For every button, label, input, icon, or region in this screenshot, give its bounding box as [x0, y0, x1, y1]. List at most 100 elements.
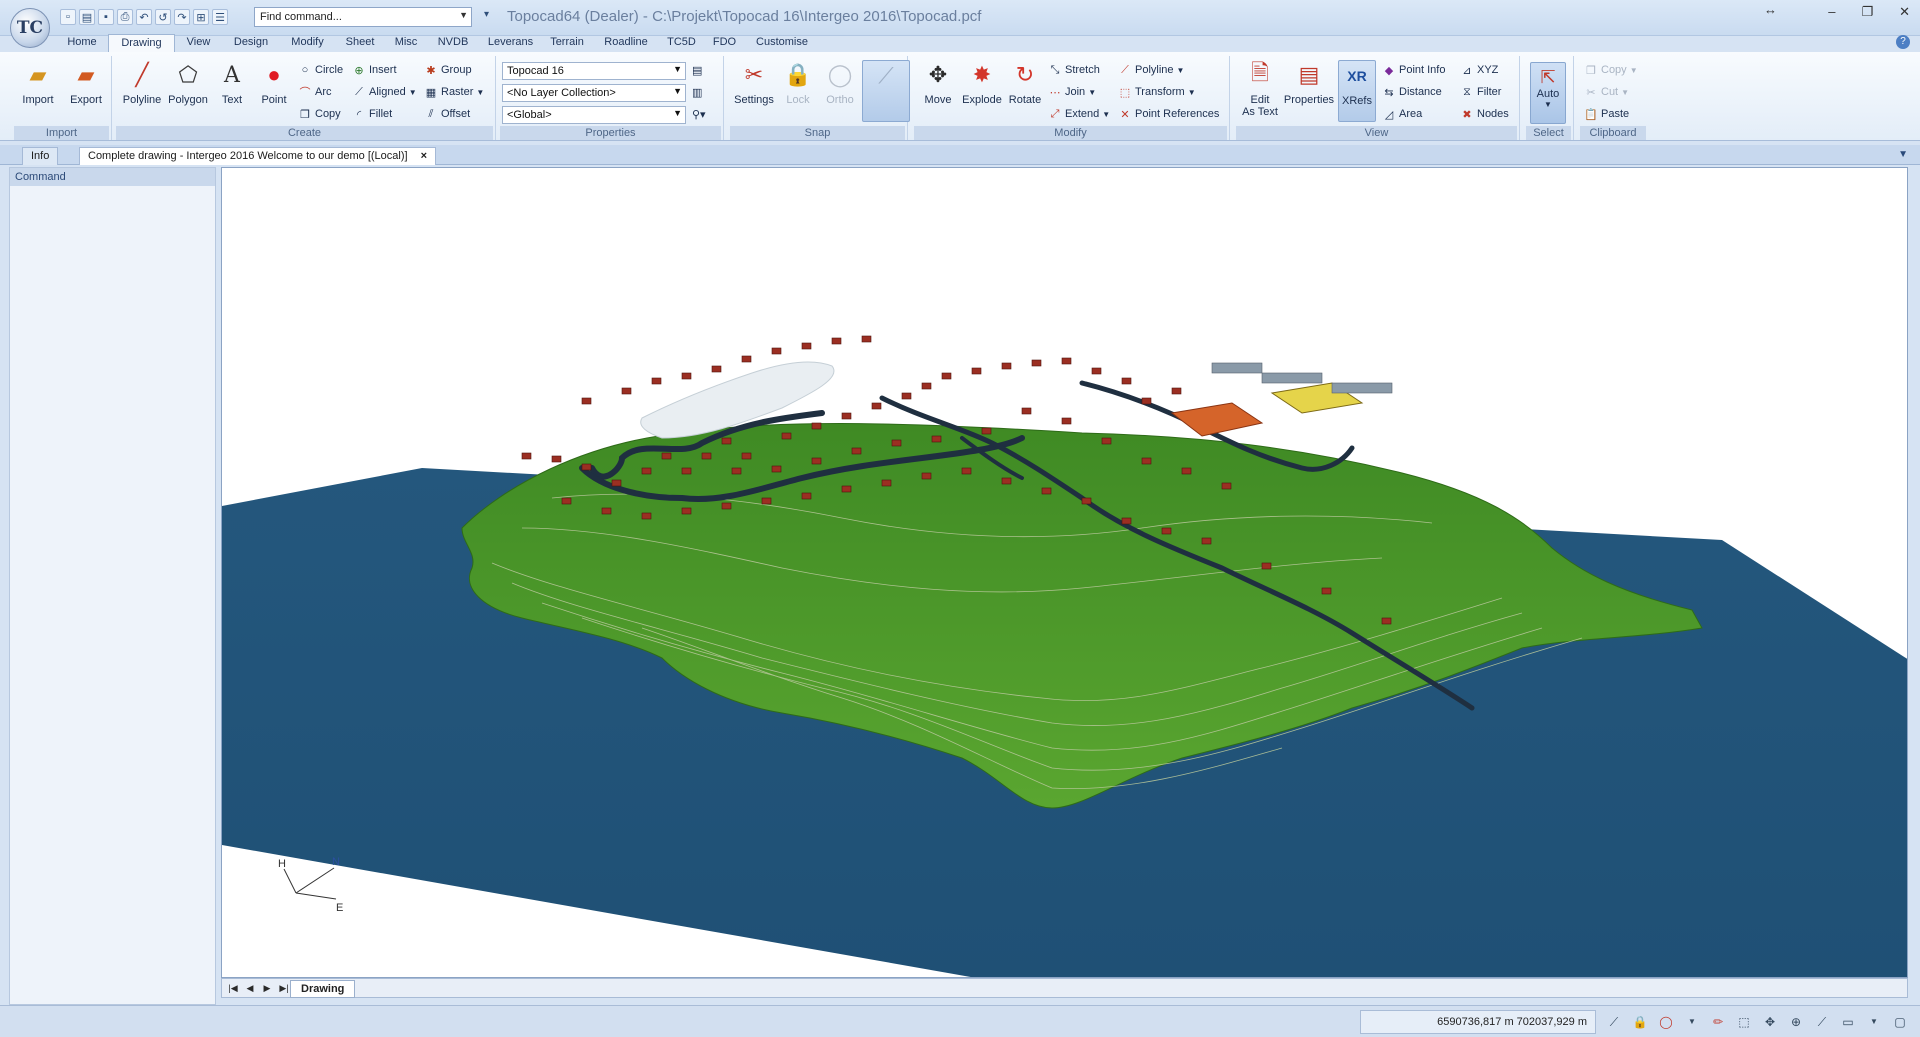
new-file-icon[interactable]: ▫ [60, 9, 76, 25]
pan-icon[interactable]: ✥ [1762, 1014, 1778, 1030]
polygon-button[interactable]: ⬠ Polygon [164, 60, 212, 106]
tab-terrain[interactable]: Terrain [542, 34, 592, 52]
tab-home[interactable]: Home [56, 34, 108, 52]
sheet-tab-drawing[interactable]: Drawing [290, 980, 356, 998]
minimize-icon[interactable]: – [1828, 4, 1835, 20]
undo-icon[interactable]: ↶ [136, 9, 152, 25]
xyz-button[interactable]: ⊿ XYZ [1460, 62, 1498, 78]
move-button[interactable]: ✥ Move [914, 60, 962, 106]
restore-icon[interactable]: ❐ [1861, 4, 1873, 20]
explode-button[interactable]: ✸ Explode [958, 60, 1006, 106]
transform-button[interactable]: ⬚ Transform ▼ [1118, 84, 1196, 100]
auto-select-button[interactable]: ⇱ Auto ▼ [1530, 62, 1566, 124]
redo-icon[interactable]: ↷ [174, 9, 190, 25]
lock-button[interactable]: 🔒 Lock [774, 60, 822, 106]
snap-mode-icon[interactable]: ⟋ [1606, 1014, 1622, 1030]
lock-status-icon[interactable]: 🔒 [1632, 1014, 1648, 1030]
raster-button[interactable]: ▦ Raster ▼ [424, 84, 485, 100]
snap-settings-button[interactable]: ✂ Settings [730, 60, 778, 106]
tab-complete-drawing[interactable]: Complete drawing - Intergeo 2016 Welcome… [79, 147, 437, 165]
ortho-status-icon[interactable]: ◯ [1658, 1014, 1674, 1030]
xrefs-button[interactable]: XR XRefs [1338, 60, 1376, 122]
tab-misc[interactable]: Misc [385, 34, 427, 52]
tab-list-dropdown-icon[interactable]: ▼ [1898, 149, 1908, 160]
tab-leverans[interactable]: Leverans [479, 34, 542, 52]
extend-button[interactable]: ⤢ Extend ▼ [1048, 106, 1111, 122]
save-icon[interactable]: ▪ [98, 9, 114, 25]
filter-button[interactable]: ⧖ Filter [1460, 84, 1501, 100]
text-button[interactable]: A Text [208, 60, 256, 107]
find-dropdown-icon[interactable]: ▼ [459, 10, 468, 20]
more-dropdown-icon[interactable]: ▼ [1866, 1014, 1882, 1030]
next-sheet-icon[interactable]: ▶ [260, 982, 274, 995]
find-command-input[interactable]: Find command... ▼ [254, 7, 472, 27]
app-logo-button[interactable]: TC [10, 8, 50, 48]
grid-icon[interactable]: ⬚ [1736, 1014, 1752, 1030]
tab-fdo[interactable]: FDO [703, 34, 746, 52]
tab-view[interactable]: View [175, 34, 222, 52]
dropdown-icon[interactable]: ▼ [1684, 1014, 1700, 1030]
raster-dropdown-icon[interactable]: ▼ [476, 88, 484, 97]
layer-set-select[interactable]: Topocad 16 ▼ [502, 62, 686, 80]
polyline-edit-button[interactable]: ⟋ Polyline ▼ [1118, 62, 1184, 78]
first-sheet-icon[interactable]: |◀ [226, 982, 240, 995]
scope-select[interactable]: <Global> ▼ [502, 106, 686, 124]
layout-icon[interactable]: ▢ [1892, 1014, 1908, 1030]
tab-modify[interactable]: Modify [280, 34, 335, 52]
stretch-button[interactable]: ⤡ Stretch [1048, 62, 1100, 78]
cut-button[interactable]: ✂ Cut ▼ [1584, 84, 1629, 100]
insert-button[interactable]: ⊕ Insert [352, 62, 396, 78]
resize-arrows-icon[interactable]: ↔ [1764, 2, 1777, 17]
aligned-button[interactable]: ⟋ Aligned ▼ [352, 84, 417, 100]
offset-button[interactable]: ⫽ Offset [424, 106, 471, 122]
distance-button[interactable]: ⇆ Distance [1382, 84, 1441, 100]
transform-dropdown-icon[interactable]: ▼ [1188, 88, 1196, 97]
zoom-window-icon[interactable]: ⊞ [193, 9, 209, 25]
layer-collection-select[interactable]: <No Layer Collection> ▼ [502, 84, 686, 102]
rotate-button[interactable]: ↻ Rotate [1001, 60, 1049, 106]
paste-button[interactable]: 📋 Paste [1584, 106, 1629, 122]
area-button[interactable]: ◿ Area [1382, 106, 1422, 122]
close-tab-icon[interactable]: × [421, 150, 427, 162]
point-references-button[interactable]: ✕ Point References [1118, 106, 1219, 122]
extend-dropdown-icon[interactable]: ▼ [1102, 110, 1110, 119]
tab-info[interactable]: Info [22, 147, 59, 165]
tab-sheet[interactable]: Sheet [335, 34, 385, 52]
nodes-button[interactable]: ✖ Nodes [1460, 106, 1508, 122]
help-icon[interactable]: ? [1896, 35, 1910, 49]
drawing-viewport[interactable]: H N E [221, 167, 1908, 978]
close-window-icon[interactable]: ✕ [1899, 4, 1910, 20]
auto-dropdown-icon[interactable]: ▼ [1531, 100, 1565, 109]
arc-button[interactable]: ⌒ Arc [298, 84, 332, 100]
snap-pick-icon[interactable]: ✏ [1710, 1014, 1726, 1030]
fillet-button[interactable]: ◜ Fillet [352, 106, 392, 122]
measure-icon[interactable]: ⟋ [1814, 1014, 1830, 1030]
command-list-icon[interactable]: ☰ [212, 9, 228, 25]
circle-button[interactable]: ○ Circle [298, 62, 343, 78]
copy-button[interactable]: ❐ Copy [298, 106, 341, 122]
view-window-icon[interactable]: ▭ [1840, 1014, 1856, 1030]
point-button[interactable]: ● Point [250, 60, 298, 106]
group-button[interactable]: ✱ Group [424, 62, 471, 78]
tab-nvdb[interactable]: NVDB [427, 34, 479, 52]
clip-copy-button[interactable]: ❐ Copy ▼ [1584, 62, 1638, 78]
tab-tc5d[interactable]: TC5D [660, 34, 703, 52]
open-folder-icon[interactable]: ▤ [79, 9, 95, 25]
point-info-button[interactable]: ◆ Point Info [1382, 62, 1446, 78]
aligned-dropdown-icon[interactable]: ▼ [409, 88, 417, 97]
snap-toggle-button[interactable]: ⟋ [862, 60, 910, 122]
join-dropdown-icon[interactable]: ▼ [1088, 88, 1096, 97]
prev-sheet-icon[interactable]: ◀ [243, 982, 257, 995]
tab-drawing[interactable]: Drawing [108, 34, 175, 52]
join-button[interactable]: ⋯ Join ▼ [1048, 84, 1097, 100]
last-sheet-icon[interactable]: ▶| [277, 982, 291, 995]
scope-settings-icon[interactable]: ⚲▾ [692, 106, 706, 122]
layer-collection-icon[interactable]: ▥ [692, 84, 702, 100]
view-properties-button[interactable]: ▤ Properties [1282, 60, 1336, 106]
polyline-edit-dropdown-icon[interactable]: ▼ [1177, 66, 1185, 75]
customize-qat-icon[interactable]: ▾ [484, 9, 489, 20]
tab-roadline[interactable]: Roadline [592, 34, 660, 52]
polyline-button[interactable]: ╱ Polyline [118, 60, 166, 106]
print-icon[interactable]: ⎙ [117, 9, 133, 25]
zoom-icon[interactable]: ⊕ [1788, 1014, 1804, 1030]
